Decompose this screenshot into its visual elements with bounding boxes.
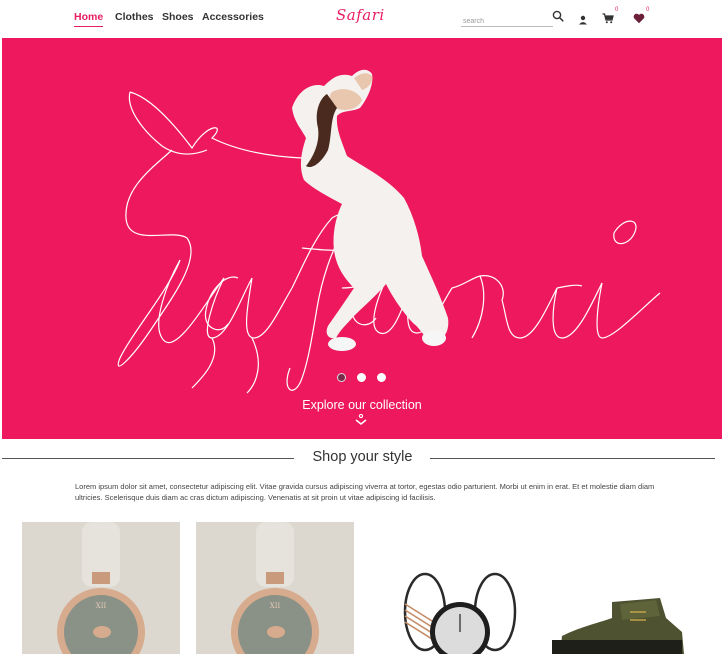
slide-dot-1[interactable] (337, 373, 346, 382)
nav-link-home[interactable]: Home (74, 11, 104, 27)
search-box (461, 10, 555, 29)
search-input[interactable] (461, 12, 555, 29)
section-description: Lorem ipsum dolor sit amet, consectetur … (75, 482, 655, 502)
product-card-2[interactable]: XII (196, 522, 354, 654)
svg-text:XII: XII (270, 602, 281, 610)
user-icon[interactable] (578, 12, 588, 30)
product-image-watch: XII (196, 522, 354, 654)
top-navbar: Home Clothes Shoes Accessories Safari 0 … (0, 0, 725, 38)
model-figure (292, 69, 449, 351)
product-card-4[interactable] (542, 522, 700, 654)
nav-link-accessories[interactable]: Accessories (202, 11, 264, 23)
brand-logo[interactable]: Safari (336, 6, 385, 24)
nav-link-clothes[interactable]: Clothes (115, 11, 154, 23)
product-image-boot (542, 522, 700, 654)
cart-icon[interactable]: 0 (602, 7, 618, 29)
hero-banner: Explore our collection (2, 38, 722, 439)
product-card-1[interactable]: XII (22, 522, 180, 654)
product-card-3[interactable] (385, 522, 543, 654)
slide-dot-2[interactable] (357, 373, 366, 382)
cart-count: 0 (615, 7, 619, 13)
product-image-watch: XII (22, 522, 180, 654)
wishlist-count: 0 (646, 7, 650, 13)
product-image-bangle-watch (385, 522, 543, 654)
slide-dot-3[interactable] (377, 373, 386, 382)
svg-text:XII: XII (96, 602, 107, 610)
nav-link-shoes[interactable]: Shoes (162, 11, 194, 23)
chevron-down-icon[interactable] (354, 413, 368, 432)
heart-icon[interactable]: 0 (633, 7, 649, 29)
section-title: Shop your style (0, 449, 725, 465)
explore-collection-link[interactable]: Explore our collection (2, 398, 722, 412)
search-icon[interactable] (552, 9, 564, 27)
